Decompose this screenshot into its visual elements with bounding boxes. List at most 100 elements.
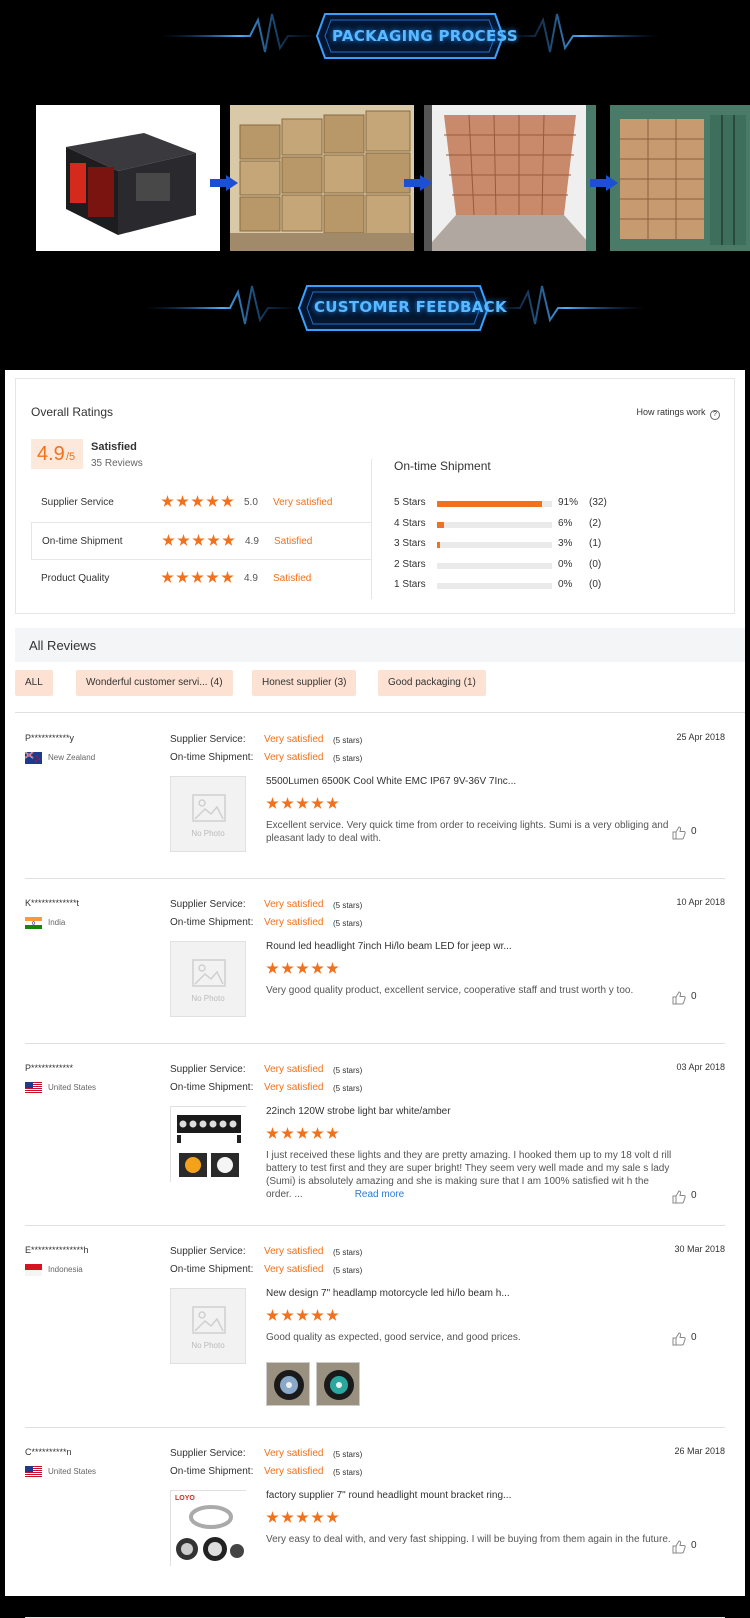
filter-tag-wonderful-service[interactable]: Wonderful customer servi... (4) xyxy=(76,670,233,696)
country-flag-icon xyxy=(25,1465,42,1478)
product-title-link[interactable]: 5500Lumen 6500K Cool White EMC IP67 9V-3… xyxy=(266,776,516,787)
supplier-service-stars: (5 stars) xyxy=(333,1066,363,1075)
thumbs-up-icon[interactable] xyxy=(672,1190,686,1204)
all-reviews-title: All Reviews xyxy=(29,638,97,653)
distribution-percent: 6% xyxy=(558,517,573,529)
rating-row-product-quality: Product Quality 4.9 Satisfied xyxy=(31,560,371,598)
distribution-bar-fill xyxy=(437,521,444,528)
all-reviews-header: All Reviews xyxy=(15,628,745,662)
supplier-service-stars: (5 stars) xyxy=(333,1248,363,1257)
divider xyxy=(25,1225,725,1226)
shipment-label: On-time Shipment: xyxy=(170,1466,254,1477)
supplier-service-label: Supplier Service: xyxy=(170,899,246,910)
overall-score-suffix: /5 xyxy=(66,451,76,463)
supplier-service-rating: Very satisfied xyxy=(264,1246,324,1257)
help-circle-icon: ? xyxy=(710,410,720,420)
reviewer-country: New Zealand xyxy=(48,753,96,762)
five-stars-icon xyxy=(161,495,236,511)
overall-score: 4.9 xyxy=(37,443,65,465)
thumbs-up-icon[interactable] xyxy=(672,1332,686,1346)
review-body: Good quality as expected, good service, … xyxy=(266,1332,521,1343)
shipment-label: On-time Shipment: xyxy=(170,1082,254,1093)
shipment-rating: Very satisfied xyxy=(264,1082,324,1093)
no-photo-label: No Photo xyxy=(191,1341,225,1350)
no-photo-label: No Photo xyxy=(191,829,225,838)
review-image-thumbnail[interactable] xyxy=(316,1362,360,1406)
shipment-rating: Very satisfied xyxy=(264,1264,324,1275)
product-title-link[interactable]: New design 7" headlamp motorcycle led hi… xyxy=(266,1288,510,1299)
country-flag-icon xyxy=(25,1263,42,1276)
thumbs-up-icon[interactable] xyxy=(672,826,686,840)
reviewer-name: E***************h xyxy=(25,1245,89,1255)
star-distribution-row: 1 Stars 0% (0) xyxy=(394,579,724,593)
supplier-service-label: Supplier Service: xyxy=(170,1246,246,1257)
filter-tag-good-packaging[interactable]: Good packaging (1) xyxy=(378,670,486,696)
like-count: 0 xyxy=(691,826,697,837)
supplier-service-rating: Very satisfied xyxy=(264,734,324,745)
review-text: Very good quality product, excellent ser… xyxy=(266,984,676,997)
reviewer-country: United States xyxy=(48,1467,97,1476)
distribution-percent: 3% xyxy=(558,538,573,549)
rating-row-on-time-shipment[interactable]: On-time Shipment 4.9 Satisfied xyxy=(31,522,371,560)
review-text: Good quality as expected, good service, … xyxy=(266,1331,676,1344)
distribution-percent: 91% xyxy=(558,497,579,508)
star-level-label: 3 Stars xyxy=(394,538,426,549)
shipment-stars: (5 stars) xyxy=(333,1084,363,1093)
how-ratings-work-link[interactable]: How ratings work ? xyxy=(636,407,720,420)
review-image-thumbnail[interactable] xyxy=(266,1362,310,1406)
star-level-label: 5 Stars xyxy=(394,497,426,508)
overall-ratings-box: Overall Ratings How ratings work ? 4.9 /… xyxy=(15,378,735,614)
rating-label: Product Quality xyxy=(41,573,110,584)
filter-tag-all[interactable]: ALL xyxy=(15,670,53,696)
filter-tag-honest-supplier[interactable]: Honest supplier (3) xyxy=(252,670,357,696)
five-stars-icon xyxy=(266,1309,341,1327)
distribution-bar-track xyxy=(437,521,552,528)
review-body: Very easy to deal with, and very fast sh… xyxy=(266,1534,671,1545)
thumbs-up-icon[interactable] xyxy=(672,991,686,1005)
product-title-link[interactable]: Round led headlight 7inch Hi/lo beam LED… xyxy=(266,941,512,952)
review-text: Very easy to deal with, and very fast sh… xyxy=(266,1533,676,1546)
shipment-stars: (5 stars) xyxy=(333,919,363,928)
like-count: 0 xyxy=(691,1190,697,1201)
product-photo[interactable]: No Photo xyxy=(170,1288,246,1364)
shipment-label: On-time Shipment: xyxy=(170,1264,254,1275)
product-photo[interactable]: No Photo xyxy=(170,776,246,852)
distribution-count: (1) xyxy=(589,538,602,549)
star-distribution-row: 4 Stars 6% (2) xyxy=(394,518,724,532)
product-photo[interactable]: No Photo xyxy=(170,941,246,1017)
distribution-count: (32) xyxy=(589,497,607,508)
rating-word: Very satisfied xyxy=(273,497,333,508)
supplier-service-stars: (5 stars) xyxy=(333,901,363,910)
star-distribution-row: 2 Stars 0% (0) xyxy=(394,559,724,573)
review-body: I just received these lights and they ar… xyxy=(266,1150,672,1200)
five-stars-icon xyxy=(161,571,236,587)
feedback-title: CUSTOMER FEEDBACK xyxy=(314,298,507,316)
distribution-percent: 0% xyxy=(558,579,573,590)
shipment-stars: (5 stars) xyxy=(333,754,363,763)
overall-review-count: 35 Reviews xyxy=(91,458,143,469)
arrow-right-icon xyxy=(210,175,238,191)
supplier-service-rating: Very satisfied xyxy=(264,1064,324,1075)
product-title-link[interactable]: factory supplier 7" round headlight moun… xyxy=(266,1490,511,1501)
product-photo[interactable]: LOYO xyxy=(170,1490,247,1567)
rating-label: On-time Shipment xyxy=(42,536,123,547)
packaging-photo-truck xyxy=(610,105,750,251)
review-date: 25 Apr 2018 xyxy=(676,732,725,742)
product-title-link[interactable]: 22inch 120W strobe light bar white/amber xyxy=(266,1106,451,1117)
star-level-label: 2 Stars xyxy=(394,558,426,570)
review-text: I just received these lights and they ar… xyxy=(266,1149,676,1201)
product-photo[interactable] xyxy=(170,1106,247,1183)
thumbs-up-icon[interactable] xyxy=(672,1540,686,1554)
distribution-bar-fill xyxy=(437,501,542,507)
feedback-panel: Overall Ratings How ratings work ? 4.9 /… xyxy=(5,370,745,1618)
review-body: Very good quality product, excellent ser… xyxy=(266,985,634,996)
read-more-link[interactable]: Read more xyxy=(355,1189,404,1200)
packaging-photo-box xyxy=(36,105,220,251)
supplier-service-label: Supplier Service: xyxy=(170,1448,246,1459)
review-text: Excellent service. Very quick time from … xyxy=(266,819,676,845)
five-stars-icon xyxy=(266,962,341,980)
arrow-right-icon xyxy=(404,175,432,191)
distribution-bar-fill xyxy=(437,542,441,548)
distribution-bar-track xyxy=(437,562,552,569)
supplier-service-rating: Very satisfied xyxy=(264,1448,324,1459)
